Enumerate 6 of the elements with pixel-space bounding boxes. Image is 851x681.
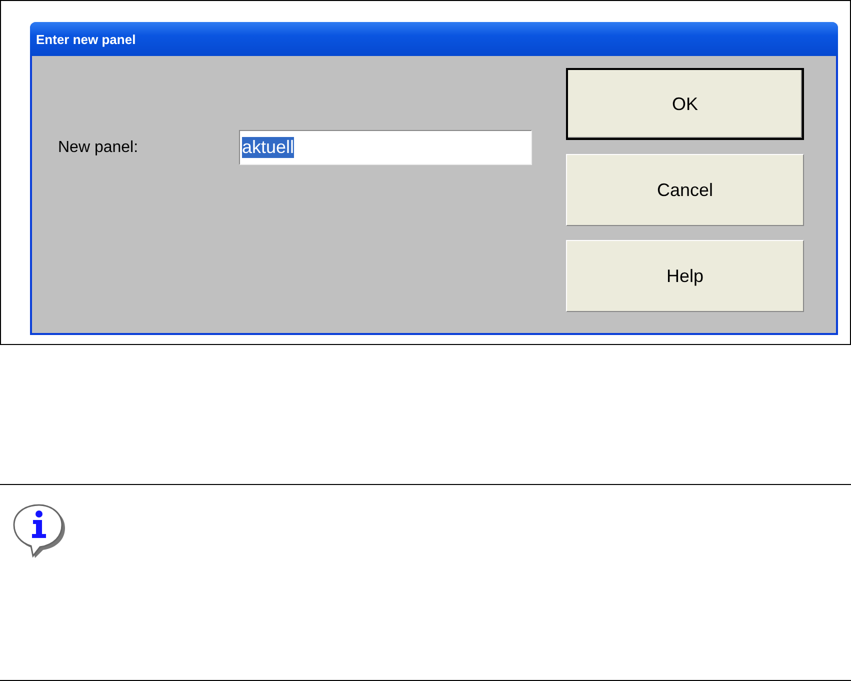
- input-field[interactable]: aktuell: [239, 130, 532, 165]
- help-button[interactable]: Help: [566, 240, 804, 312]
- window-title: Enter new panel: [36, 32, 136, 46]
- ok-button[interactable]: OK: [566, 68, 804, 140]
- cancel-button[interactable]: Cancel: [566, 154, 804, 226]
- field-label: New panel:: [58, 139, 140, 157]
